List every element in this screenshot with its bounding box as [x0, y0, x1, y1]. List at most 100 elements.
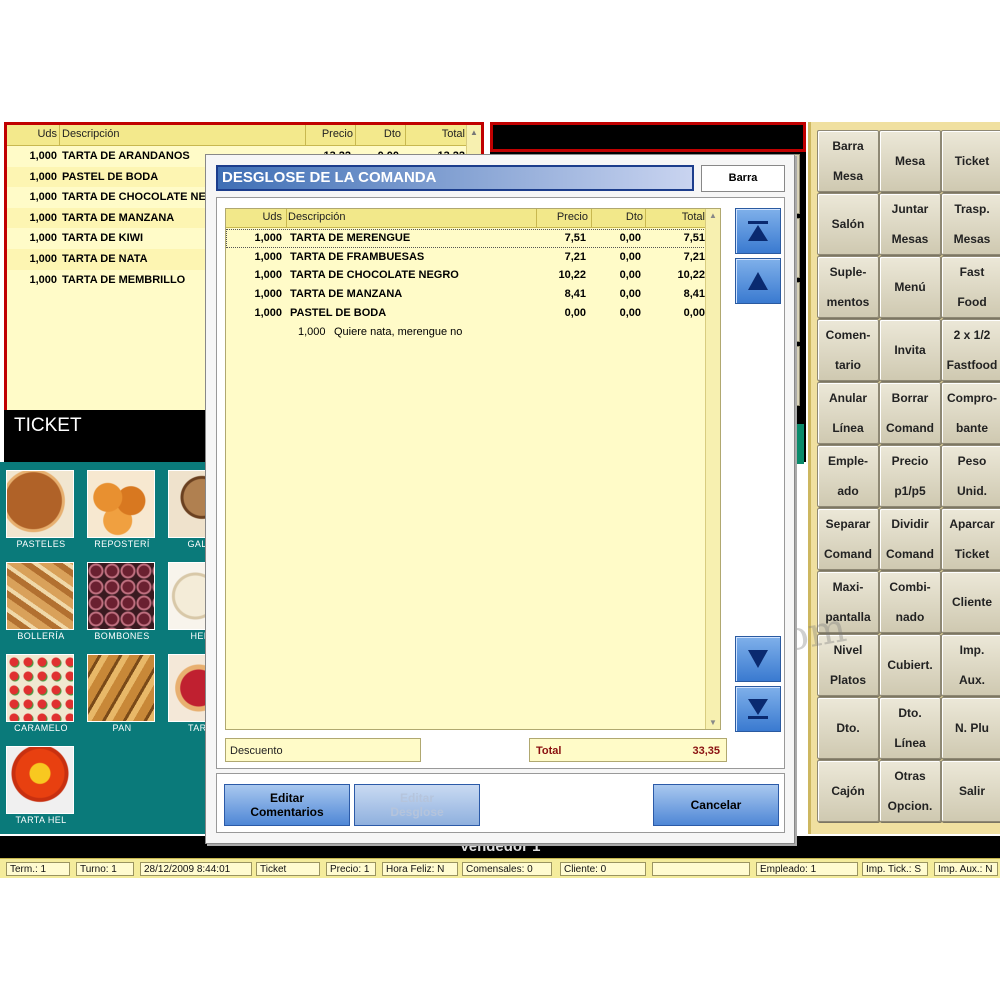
combinado-button[interactable]: Combi- nado [879, 571, 941, 633]
col-total: Total [441, 128, 465, 140]
separar-comand-button[interactable]: Separar Comand [817, 508, 879, 570]
category-reposteria[interactable]: REPOSTERÍ [81, 462, 155, 549]
candy-image [6, 654, 74, 722]
trasp-mesas-button[interactable]: Trasp. Mesas [941, 193, 1000, 255]
status-imp-tick: Imp. Tick.: S [862, 862, 928, 876]
col-dto: Dto [383, 128, 401, 140]
scroll-down-button[interactable] [735, 636, 781, 682]
barra-mesa-button[interactable]: Barra Mesa [817, 130, 879, 192]
function-panel: Barra Mesa Mesa Ticket Salón Juntar Mesa… [808, 122, 1000, 834]
comprobante-button[interactable]: Compro- bante [941, 382, 1000, 444]
borrar-comand-button[interactable]: Borrar Comand [879, 382, 941, 444]
category-pan[interactable]: PAN [81, 646, 155, 733]
mesa-button[interactable]: Mesa [879, 130, 941, 192]
chocolates-image [87, 562, 155, 630]
col-uds: Uds [262, 211, 282, 223]
barra-field: Barra [701, 165, 785, 192]
category-tarta-helada[interactable]: TARTA HEL [0, 738, 74, 825]
status-bar: Term.: 1 Turno: 1 28/12/2009 8:44:01 Tic… [0, 858, 1000, 878]
desglose-table-header: Uds Descripción Precio Dto Total [226, 209, 708, 228]
ticket-button[interactable]: Ticket [941, 130, 1000, 192]
pastry-image [87, 470, 155, 538]
status-precio: Precio: 1 [326, 862, 376, 876]
col-descripcion: Descripción [62, 128, 120, 140]
pie-image [6, 470, 74, 538]
edit-comments-button[interactable]: Editar Comentarios [224, 784, 350, 826]
bread-basket-image [87, 654, 155, 722]
comentario-button[interactable]: Comen- tario [817, 319, 879, 381]
scroll-up-icon[interactable]: ▲ [709, 211, 717, 220]
scroll-up-button[interactable] [735, 258, 781, 304]
fastfood-half-button[interactable]: 2 x 1/2 Fastfood [941, 319, 1000, 381]
scroll-up-icon[interactable]: ▲ [467, 128, 481, 137]
status-turno: Turno: 1 [76, 862, 134, 876]
total-field: Total 33,35 [529, 738, 727, 762]
total-label: Total [536, 745, 562, 757]
display-bar [490, 122, 806, 152]
desglose-rows: 1,000 TARTA DE MERENGUE 7,51 0,00 7,51 1,000… [226, 229, 708, 322]
comment-text: Quiere nata, merengue no [334, 326, 463, 338]
n-plu-button[interactable]: N. Plu [941, 697, 1000, 759]
category-pasteles[interactable]: PASTELES [0, 462, 74, 549]
fast-food-button[interactable]: Fast Food [941, 256, 1000, 318]
aparcar-ticket-button[interactable]: Aparcar Ticket [941, 508, 1000, 570]
col-precio: Precio [556, 211, 588, 223]
table-row[interactable]: 1,000 TARTA DE MANZANA 8,41 0,00 8,41 [226, 285, 708, 304]
descuento-button[interactable]: Dto. [817, 697, 879, 759]
status-hora-feliz: Hora Feliz: N [382, 862, 458, 876]
scroll-down-icon[interactable]: ▼ [709, 718, 717, 727]
suplementos-button[interactable]: Suple- mentos [817, 256, 879, 318]
col-total: Total [681, 211, 705, 223]
col-uds: Uds [37, 128, 57, 140]
desglose-table: Uds Descripción Precio Dto Total 1,000 TA… [225, 208, 721, 730]
menu-button[interactable]: Menú [879, 256, 941, 318]
status-term: Term.: 1 [6, 862, 70, 876]
scroll-top-button[interactable] [735, 208, 781, 254]
status-empty [652, 862, 750, 876]
peso-unid-button[interactable]: Peso Unid. [941, 445, 1000, 507]
table-row[interactable]: 1,000 PASTEL DE BODA 0,00 0,00 0,00 [226, 304, 708, 323]
dividir-comand-button[interactable]: Dividir Comand [879, 508, 941, 570]
category-caramelo[interactable]: CARAMELO [0, 646, 74, 733]
salir-button[interactable]: Salir [941, 760, 1000, 822]
otras-opciones-button[interactable]: Otras Opcion. [879, 760, 941, 822]
scroll-bottom-button[interactable] [735, 686, 781, 732]
status-imp-aux: Imp. Aux.: N [934, 862, 998, 876]
juntar-mesas-button[interactable]: Juntar Mesas [879, 193, 941, 255]
cubiertos-button[interactable]: Cubiert. [879, 634, 941, 696]
imp-aux-button[interactable]: Imp. Aux. [941, 634, 1000, 696]
col-dto: Dto [625, 211, 643, 223]
dto-linea-button[interactable]: Dto. Línea [879, 697, 941, 759]
empleado-button[interactable]: Emple- ado [817, 445, 879, 507]
cliente-button[interactable]: Cliente [941, 571, 1000, 633]
cancel-button[interactable]: Cancelar [653, 784, 779, 826]
table-row[interactable]: 1,000 TARTA DE FRAMBUESAS 7,21 0,00 7,21 [226, 248, 708, 267]
anular-linea-button[interactable]: Anular Línea [817, 382, 879, 444]
indicator [796, 424, 804, 464]
edit-breakdown-button[interactable]: Editar Desglose [354, 784, 480, 826]
down-icon [748, 650, 768, 668]
last-icon [748, 699, 768, 719]
up-icon [748, 272, 768, 290]
table-row[interactable]: 1,000 TARTA DE MERENGUE 7,51 0,00 7,51 [226, 229, 708, 248]
ticket-table-header: Uds Descripción Precio Dto Total [7, 125, 481, 146]
desglose-dialog: DESGLOSE DE LA COMANDA Barra Uds Descrip… [205, 154, 795, 844]
comment-row[interactable]: 1,000 Quiere nata, merengue no [226, 323, 708, 341]
table-row[interactable]: 1,000 TARTA DE CHOCOLATE NEGRO 10,22 0,00 10… [226, 266, 708, 285]
status-empleado: Empleado: 1 [756, 862, 858, 876]
salon-button[interactable]: Salón [817, 193, 879, 255]
status-mode: Ticket [256, 862, 320, 876]
desglose-scrollbar[interactable]: ▲ ▼ [705, 209, 720, 729]
frozen-cake-image [6, 746, 74, 814]
dialog-button-bar: Editar Comentarios Editar Desglose Cance… [216, 773, 785, 833]
precio-button[interactable]: Precio p1/p5 [879, 445, 941, 507]
col-precio: Precio [321, 128, 353, 140]
category-panel: PASTELES REPOSTERÍ GALLE BOLLERÍA BOMBON… [0, 462, 236, 834]
cajon-button[interactable]: Cajón [817, 760, 879, 822]
first-icon [748, 221, 768, 241]
invita-button[interactable]: Invita [879, 319, 941, 381]
comment-qty: 1,000 [298, 326, 326, 338]
category-bombones[interactable]: BOMBONES [81, 554, 155, 641]
category-bolleria[interactable]: BOLLERÍA [0, 554, 74, 641]
col-descripcion: Descripción [288, 211, 346, 223]
